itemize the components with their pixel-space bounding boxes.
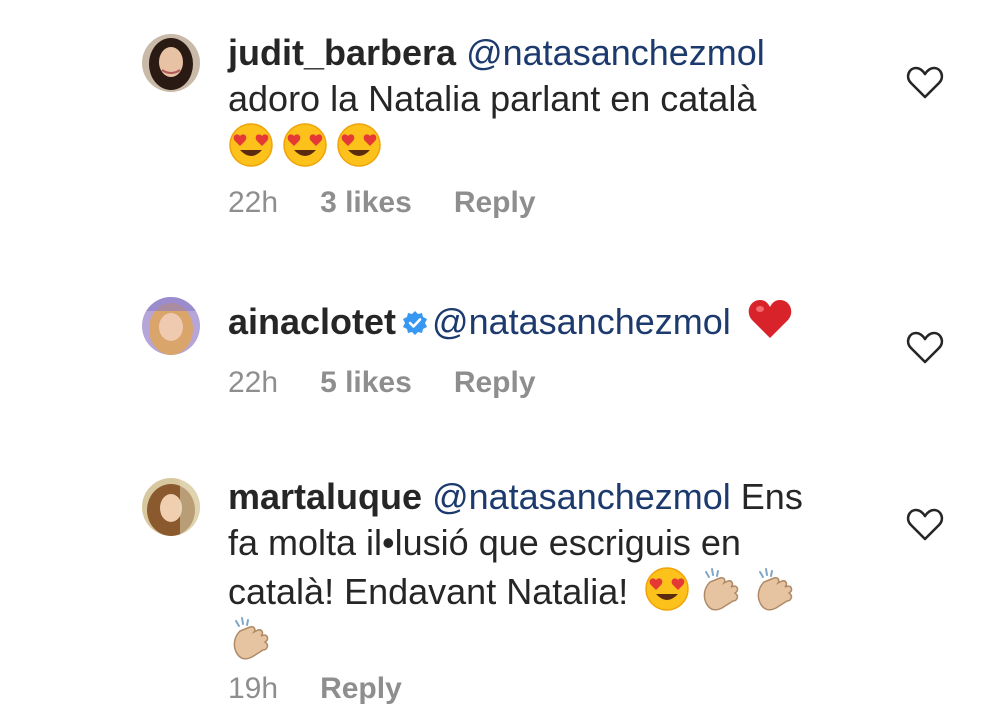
comment-time[interactable]: 22h — [228, 366, 278, 400]
reply-button[interactable]: Reply — [454, 186, 536, 220]
comment-meta: 22h 3 likes Reply — [228, 186, 578, 220]
comment-meta: 22h 5 likes Reply — [228, 366, 578, 400]
red-heart-emoji-icon — [747, 296, 793, 342]
reply-button[interactable]: Reply — [454, 366, 536, 400]
comment-mention[interactable]: @natasanchezmol — [432, 301, 731, 342]
heart-eyes-emoji-icon — [282, 122, 328, 168]
clapping-hands-emoji-icon — [752, 566, 798, 612]
comment-username[interactable]: ainaclotet — [228, 301, 396, 342]
clapping-hands-emoji-icon — [698, 566, 744, 612]
comment-username[interactable]: judit_barbera — [228, 32, 456, 73]
comment-text: fa molta il•lusió que escriguis en — [228, 522, 741, 563]
comment-likes[interactable]: 5 likes — [320, 366, 412, 400]
comment-meta: 19h Reply — [228, 672, 444, 706]
comment-mention[interactable]: @natasanchezmol — [466, 32, 765, 73]
like-heart-icon[interactable] — [906, 508, 944, 542]
verified-badge-icon — [402, 310, 428, 336]
comment-text: català! Endavant Natalia! — [228, 571, 629, 612]
comment-username[interactable]: martaluque — [228, 476, 422, 517]
comment-mention[interactable]: @natasanchezmol — [432, 476, 731, 517]
avatar[interactable] — [142, 478, 200, 536]
comment-time[interactable]: 19h — [228, 672, 278, 706]
comment-body: ainaclotet @natasanchezmol — [228, 296, 868, 345]
like-heart-icon[interactable] — [906, 331, 944, 365]
comment-body: martaluque @natasanchezmol Ens fa molta … — [228, 474, 868, 664]
comment-time[interactable]: 22h — [228, 186, 278, 220]
reply-button[interactable]: Reply — [320, 672, 402, 706]
comment-text: adoro la Natalia parlant en català — [228, 78, 757, 119]
comment-body: judit_barbera @natasanchezmol adoro la N… — [228, 30, 868, 171]
comment-likes[interactable]: 3 likes — [320, 186, 412, 220]
like-heart-icon[interactable] — [906, 66, 944, 100]
avatar[interactable] — [142, 34, 200, 92]
clapping-hands-emoji-icon — [228, 615, 274, 661]
comment-text: Ens — [740, 476, 803, 517]
comments-list: judit_barbera @natasanchezmol adoro la N… — [0, 0, 1000, 727]
heart-eyes-emoji-icon — [644, 566, 690, 612]
heart-eyes-emoji-icon — [336, 122, 382, 168]
heart-eyes-emoji-icon — [228, 122, 274, 168]
avatar[interactable] — [142, 297, 200, 355]
